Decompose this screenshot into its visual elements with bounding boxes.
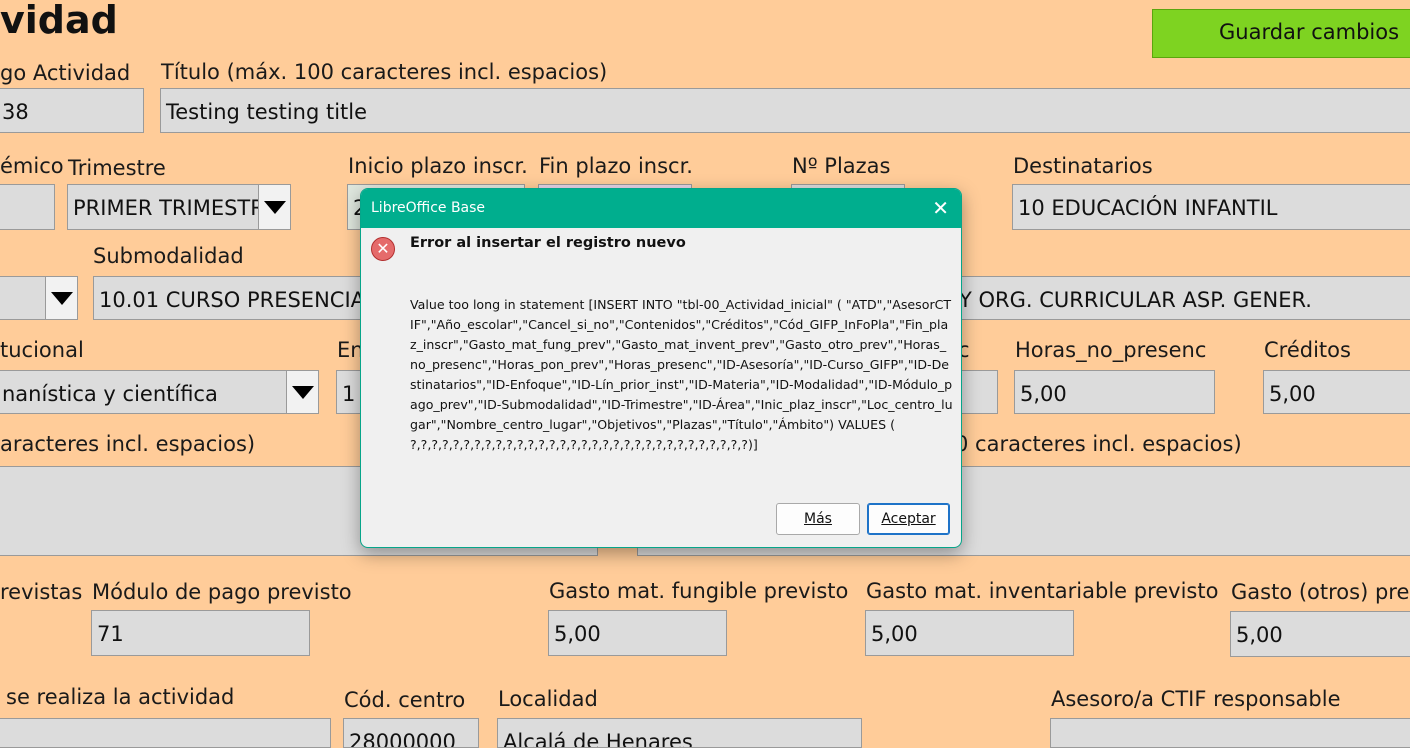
asesor-field[interactable] [1050, 718, 1410, 748]
chevron-down-icon [50, 291, 73, 305]
lugar-actividad-label: se realiza la actividad [6, 685, 235, 709]
destinatarios-field[interactable]: 10 EDUCACIÓN INFANTIL [1012, 184, 1410, 230]
chevron-down-icon [263, 200, 286, 214]
gasto-fungible-label: Gasto mat. fungible previsto [549, 579, 849, 603]
ano-academico-label: émico [0, 154, 64, 178]
modulo-pago-label: Módulo de pago previsto [92, 580, 352, 604]
more-button[interactable]: Más [776, 503, 860, 535]
ok-button[interactable]: Aceptar [867, 503, 950, 535]
cod-centro-label: Cód. centro [344, 688, 466, 712]
destinatarios-label: Destinatarios [1013, 154, 1153, 178]
linea-institucional-label: tucional [0, 338, 84, 362]
modalidad-field[interactable] [0, 276, 46, 320]
gasto-inventariable-field[interactable]: 5,00 [865, 610, 1074, 656]
localidad-field[interactable]: Alcalá de Henares [497, 718, 862, 748]
dialog-title: LibreOffice Base [371, 200, 486, 216]
ano-academico-field[interactable] [0, 184, 55, 230]
localidad-label: Localidad [498, 687, 598, 711]
form-title: vidad [0, 0, 118, 42]
horas-no-presenc-label: Horas_no_presenc [1015, 338, 1207, 362]
close-icon[interactable]: ✕ [932, 189, 949, 228]
dialog-titlebar: LibreOffice Base [361, 189, 961, 228]
modalidad-dropdown-button[interactable] [45, 276, 78, 320]
creditos-field[interactable]: 5,00 [1263, 370, 1410, 414]
asesor-label: Asesoro/a CTIF responsable [1051, 687, 1341, 711]
error-icon: ✕ [371, 237, 395, 261]
contenidos-label: 0 caracteres incl. espacios) [955, 432, 1242, 456]
gasto-fungible-field[interactable]: 5,00 [548, 610, 727, 656]
dialog-heading: Error al insertar el registro nuevo [410, 235, 686, 251]
objetivos-label: aracteres incl. espacios) [0, 432, 256, 456]
enfoque-field[interactable]: Y ORG. CURRICULAR ASP. GENER. [955, 276, 1410, 320]
titulo-label: Título (máx. 100 caracteres incl. espaci… [161, 60, 608, 84]
cod-centro-field[interactable]: 28000000 [343, 718, 479, 748]
codigo-label: go Actividad [0, 61, 131, 85]
inicio-plazo-label: Inicio plazo inscr. [348, 154, 528, 178]
titulo-field[interactable]: Testing testing title [160, 88, 1410, 133]
trimestre-label: Trimestre [68, 156, 166, 180]
horas-no-presenc-field[interactable]: 5,00 [1014, 370, 1215, 414]
plazas-label: Nº Plazas [792, 154, 891, 178]
submodalidad-label: Submodalidad [93, 244, 244, 268]
horas-previstas-label: revistas [0, 580, 83, 604]
creditos-label: Créditos [1264, 338, 1351, 362]
gasto-otros-field[interactable]: 5,00 [1230, 611, 1410, 657]
save-changes-button[interactable]: Guardar cambios [1152, 9, 1410, 58]
gasto-inventariable-label: Gasto mat. inventariable previsto [866, 579, 1219, 603]
modulo-pago-field[interactable]: 71 [91, 610, 310, 656]
fin-plazo-label: Fin plazo inscr. [539, 154, 693, 178]
dialog-message: Value too long in statement [INSERT INTO… [410, 297, 953, 452]
codigo-field[interactable]: 38 [0, 88, 144, 133]
chevron-down-icon [291, 385, 314, 399]
trimestre-dropdown-button[interactable] [258, 184, 291, 230]
linea-institucional-dropdown-button[interactable] [286, 370, 319, 414]
trimestre-field[interactable]: PRIMER TRIMESTR [67, 184, 259, 230]
linea-institucional-field[interactable]: nanística y científica [0, 370, 287, 414]
gasto-otros-label: Gasto (otros) pre [1231, 580, 1410, 604]
lugar-actividad-field[interactable] [0, 718, 331, 748]
submodalidad-field[interactable]: 10.01 CURSO PRESENCIAL [93, 276, 393, 320]
error-dialog: LibreOffice Base ✕ ✕ Error al insertar e… [360, 188, 962, 548]
